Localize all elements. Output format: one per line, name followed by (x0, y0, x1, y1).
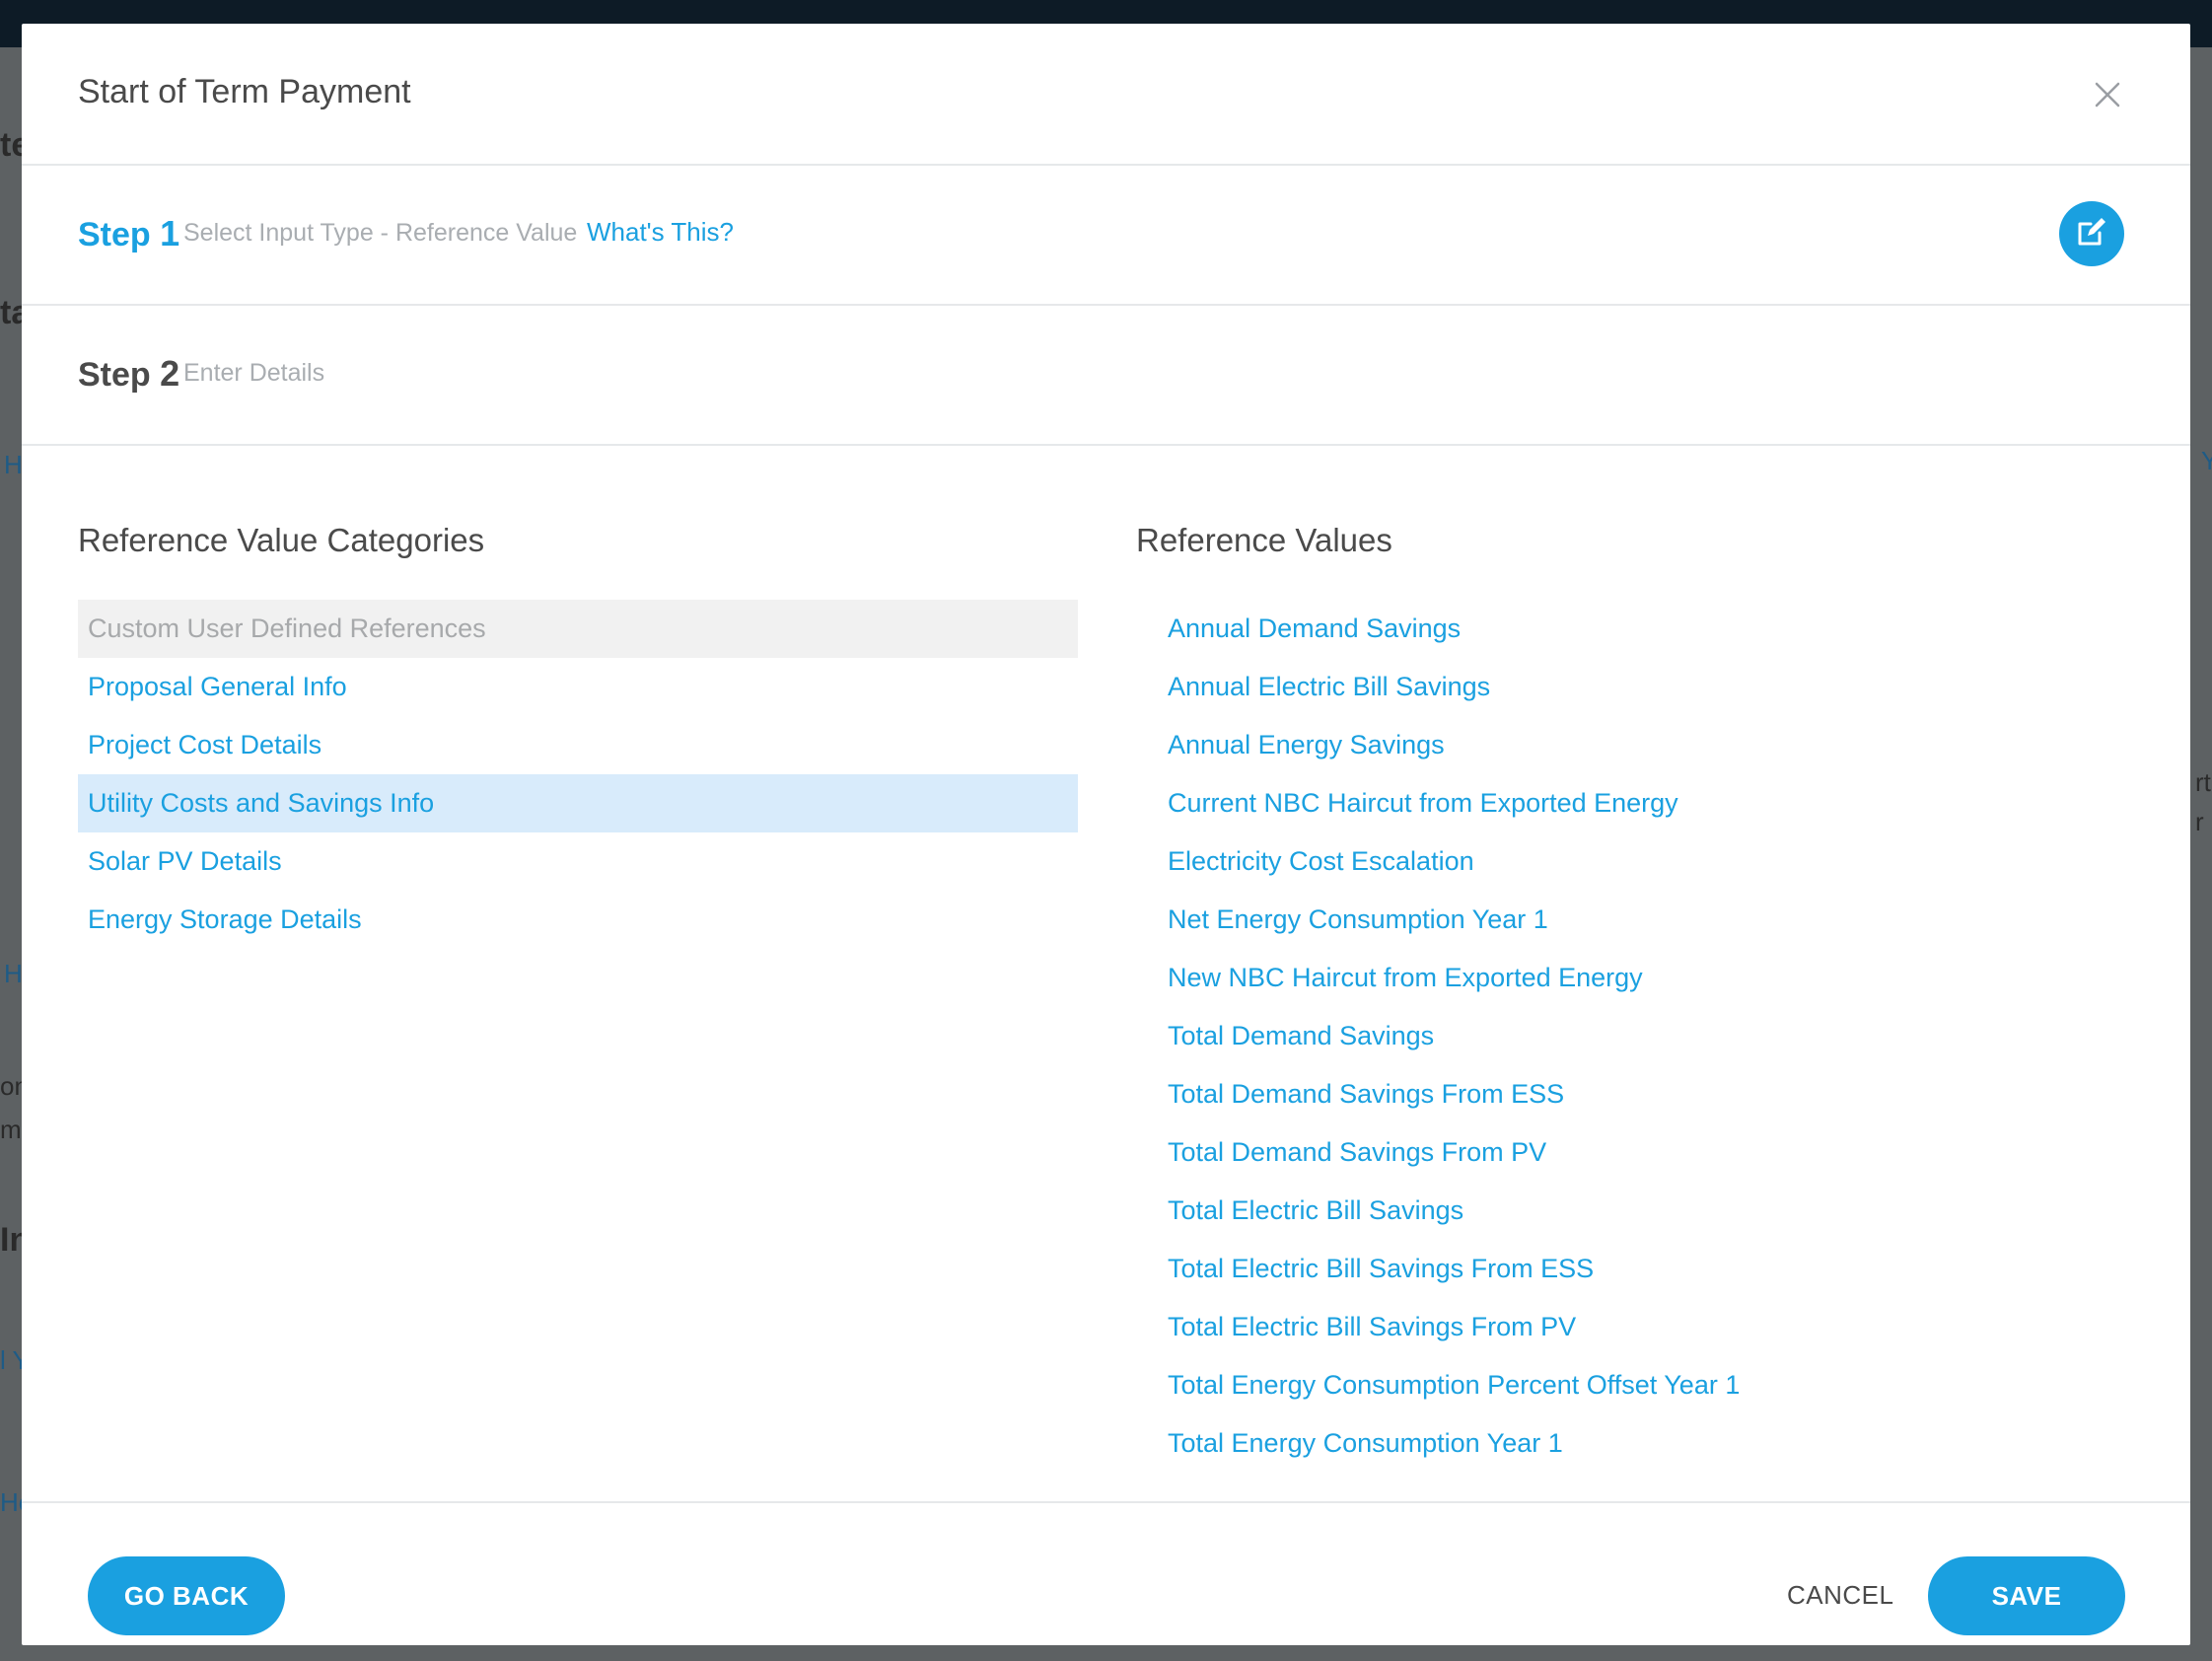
reference-value-item[interactable]: Total Electric Bill Savings From PV (1158, 1298, 2144, 1356)
background-text-fragment: rt (2195, 767, 2211, 797)
step-number: 1 (160, 213, 180, 253)
background-text-fragment: H (4, 959, 23, 988)
step-2-label: Step 2 (78, 353, 179, 395)
reference-value-item[interactable]: New NBC Haircut from Exported Energy (1158, 949, 2144, 1007)
category-item-proposal-general-info[interactable]: Proposal General Info (78, 658, 1078, 716)
background-text-fragment: Y (2201, 446, 2212, 475)
reference-value-item[interactable]: Total Electric Bill Savings (1158, 1182, 2144, 1240)
step-1-label: Step 1 (78, 213, 179, 254)
category-item-energy-storage-details[interactable]: Energy Storage Details (78, 891, 1078, 949)
reference-value-item[interactable]: Annual Energy Savings (1158, 716, 2144, 774)
reference-values-list[interactable]: Annual Demand Savings Annual Electric Bi… (1158, 600, 2144, 1489)
step-number: 2 (160, 353, 180, 394)
background-text-fragment: H (4, 450, 23, 479)
reference-value-item[interactable]: Total Energy Savings (1158, 1473, 2144, 1489)
reference-value-item[interactable]: Total Demand Savings From ESS (1158, 1065, 2144, 1123)
reference-value-item[interactable]: Annual Electric Bill Savings (1158, 658, 2144, 716)
dialog-footer: GO BACK CANCEL SAVE (22, 1501, 2190, 1647)
edit-icon (2075, 215, 2108, 253)
reference-value-dialog: Start of Term Payment Step 1 Select Inpu… (22, 24, 2190, 1645)
step-2-section: Step 2 Enter Details (22, 306, 2190, 446)
step-1-description: Select Input Type - Reference Value (183, 219, 578, 247)
category-item-solar-pv-details[interactable]: Solar PV Details (78, 832, 1078, 891)
reference-value-item[interactable]: Total Demand Savings (1158, 1007, 2144, 1065)
values-heading: Reference Values (1136, 522, 1392, 558)
background-text-fragment: r (2195, 807, 2204, 836)
reference-value-item[interactable]: Total Demand Savings From PV (1158, 1123, 2144, 1182)
reference-value-item[interactable]: Annual Demand Savings (1158, 600, 2144, 658)
save-button[interactable]: SAVE (1928, 1556, 2125, 1635)
step-2-description: Enter Details (183, 359, 325, 387)
step-1-section: Step 1 Select Input Type - Reference Val… (22, 166, 2190, 306)
reference-value-item[interactable]: Net Energy Consumption Year 1 (1158, 891, 2144, 949)
reference-value-item[interactable]: Total Energy Consumption Year 1 (1158, 1414, 2144, 1473)
edit-step-button[interactable] (2059, 201, 2124, 266)
reference-value-item[interactable]: Current NBC Haircut from Exported Energy (1158, 774, 2144, 832)
category-item-project-cost-details[interactable]: Project Cost Details (78, 716, 1078, 774)
cancel-button[interactable]: CANCEL (1787, 1580, 1893, 1611)
step-word: Step (78, 356, 151, 394)
close-icon[interactable] (2088, 75, 2127, 114)
category-item-utility-costs-savings[interactable]: Utility Costs and Savings Info (78, 774, 1078, 832)
reference-value-item[interactable]: Total Energy Consumption Percent Offset … (1158, 1356, 2144, 1414)
reference-value-item[interactable]: Total Electric Bill Savings From ESS (1158, 1240, 2144, 1298)
dialog-header: Start of Term Payment (22, 24, 2190, 166)
step-word: Step (78, 216, 151, 253)
category-list: Custom User Defined References Proposal … (78, 600, 1078, 949)
categories-heading: Reference Value Categories (78, 522, 485, 558)
reference-value-item[interactable]: Electricity Cost Escalation (1158, 832, 2144, 891)
go-back-button[interactable]: GO BACK (88, 1556, 285, 1635)
category-item-custom-user-defined: Custom User Defined References (78, 600, 1078, 658)
dialog-title: Start of Term Payment (78, 73, 411, 110)
whats-this-link[interactable]: What's This? (587, 217, 734, 248)
